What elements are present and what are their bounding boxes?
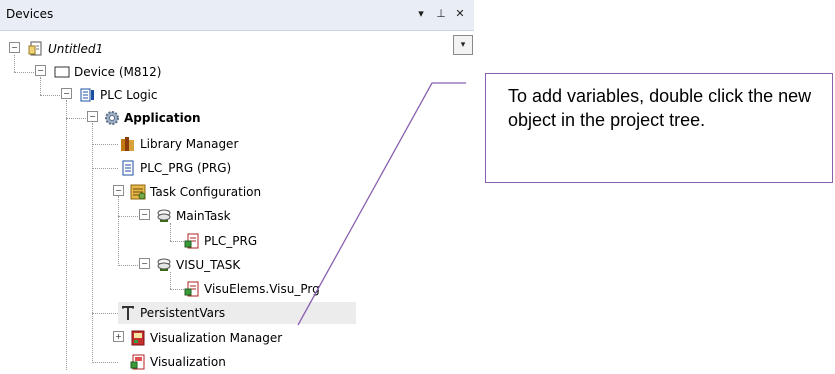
- tree-item-label: VisuElems.Visu_Prg: [204, 282, 320, 296]
- program-call-icon: [184, 281, 200, 297]
- collapse-toggle-visu-task[interactable]: −: [139, 258, 150, 269]
- tree-item-label: PLC Logic: [100, 88, 158, 102]
- device-icon: [54, 64, 70, 80]
- panel-title: Devices: [6, 7, 54, 21]
- tree-item-label: Untitled1: [48, 42, 104, 56]
- persistent-vars-icon: [120, 305, 136, 321]
- tree-item-label: Visualization Manager: [150, 331, 283, 345]
- tree-item-label: VISU_TASK: [176, 258, 241, 272]
- tree-item-label: Task Configuration: [150, 185, 262, 199]
- close-icon[interactable]: ✕: [453, 6, 467, 22]
- tree-item-visualization-manager[interactable]: Visualization Manager: [130, 327, 282, 349]
- tree-item-label: MainTask: [176, 209, 231, 223]
- callout-text: To add variables, double click the new o…: [508, 86, 812, 130]
- task-icon: [156, 208, 172, 224]
- collapse-toggle-application[interactable]: −: [87, 111, 98, 122]
- collapse-toggle-maintask[interactable]: −: [139, 209, 150, 220]
- tree-item-label: Device (M812): [74, 65, 162, 79]
- tree-item-library-manager[interactable]: Library Manager: [120, 133, 238, 155]
- tree-item-label: Visualization: [150, 355, 226, 369]
- tree-item-device[interactable]: Device (M812): [54, 61, 161, 83]
- project-icon: [28, 41, 44, 57]
- application-gear-icon: [104, 110, 120, 126]
- collapse-toggle-untitled1[interactable]: −: [9, 42, 20, 53]
- visualization-manager-icon: [130, 330, 146, 346]
- tree-item-label: PLC_PRG (PRG): [140, 161, 232, 175]
- tree-item-untitled1[interactable]: Untitled1: [28, 38, 103, 60]
- task-configuration-icon: [130, 184, 146, 200]
- plc-logic-icon: [80, 87, 96, 103]
- tree-item-task-configuration[interactable]: Task Configuration: [130, 181, 261, 203]
- program-call-icon: [184, 233, 200, 249]
- expand-toggle-visualization-manager[interactable]: +: [113, 331, 124, 342]
- tree-item-label: Application: [124, 111, 201, 125]
- pin-icon[interactable]: ⊥: [434, 6, 448, 22]
- tree-item-label: PLC_PRG: [204, 234, 258, 248]
- collapse-toggle-task-configuration[interactable]: −: [113, 185, 124, 196]
- visualization-icon: [130, 354, 146, 370]
- tree-item-label: Library Manager: [140, 137, 239, 151]
- annotation-callout: To add variables, double click the new o…: [485, 73, 833, 183]
- tree-item-persistentvars[interactable]: PersistentVars: [118, 302, 356, 324]
- devices-panel-titlebar: Devices ▾ ⊥ ✕: [0, 0, 474, 31]
- library-books-icon: [120, 136, 136, 152]
- tree-item-visu-task[interactable]: VISU_TASK: [156, 254, 240, 276]
- tree-item-label: PersistentVars: [140, 306, 226, 320]
- tree-item-visuelems[interactable]: VisuElems.Visu_Prg: [184, 278, 320, 300]
- tree-dropdown-button[interactable]: ▾: [453, 35, 473, 55]
- tree-item-maintask-plc-prg[interactable]: PLC_PRG: [184, 230, 257, 252]
- task-icon: [156, 257, 172, 273]
- collapse-toggle-plc-logic[interactable]: −: [61, 88, 72, 99]
- tree-item-plc-logic[interactable]: PLC Logic: [80, 84, 157, 106]
- panel-menu-dropdown-icon[interactable]: ▾: [414, 6, 428, 22]
- tree-item-maintask[interactable]: MainTask: [156, 205, 231, 227]
- tree-item-application[interactable]: Application: [104, 107, 201, 129]
- devices-panel: Devices ▾ ⊥ ✕ ▾ − Untitled1 − Device (M8…: [0, 0, 474, 370]
- tree-item-plc-prg[interactable]: PLC_PRG (PRG): [120, 157, 231, 179]
- program-icon: [120, 160, 136, 176]
- collapse-toggle-device[interactable]: −: [35, 65, 46, 76]
